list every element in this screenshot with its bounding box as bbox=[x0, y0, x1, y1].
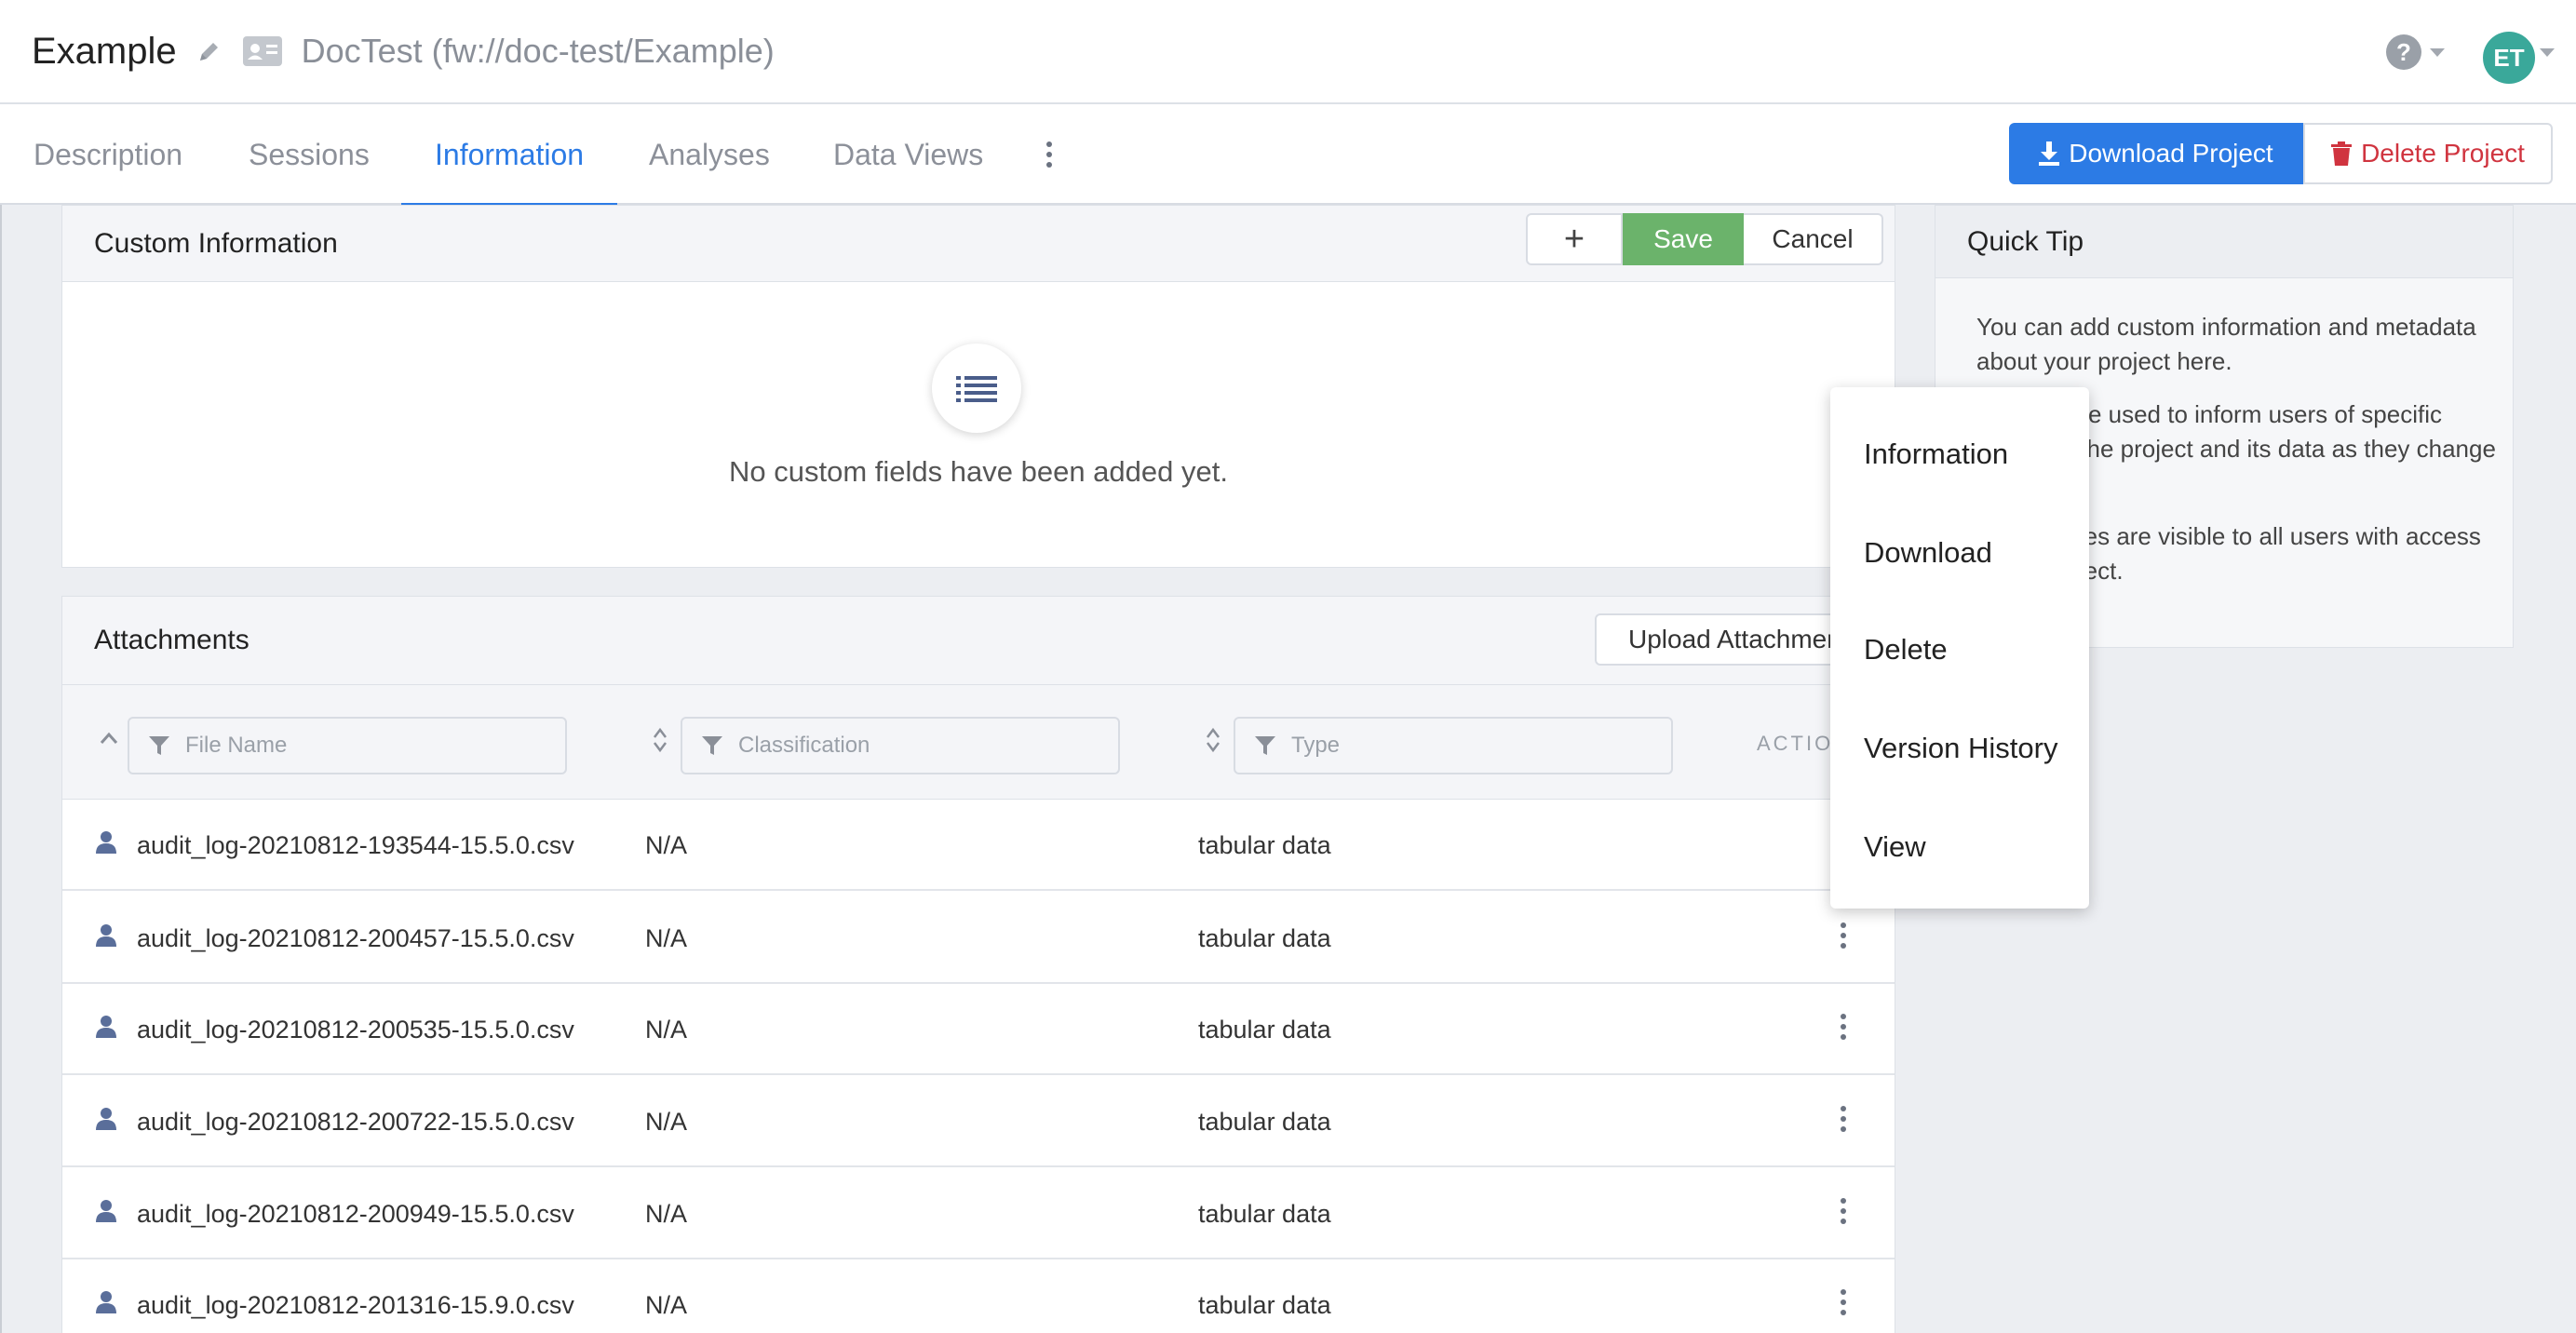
menu-item-version-history[interactable]: Version History bbox=[1864, 732, 2057, 765]
edit-pencil-icon[interactable] bbox=[197, 39, 222, 63]
sort-ascending-icon[interactable] bbox=[100, 732, 118, 749]
classification: N/A bbox=[645, 1200, 688, 1228]
page-left-edge bbox=[0, 205, 2, 1333]
quick-tip-header: Quick Tip bbox=[1935, 206, 2513, 278]
table-row[interactable]: audit_log-20210812-193544-15.5.0.csv N/A… bbox=[62, 800, 1895, 891]
project-path: DocTest (fw://doc-test/Example) bbox=[301, 32, 775, 70]
user-icon bbox=[96, 1016, 116, 1044]
type-filter[interactable]: Type bbox=[1234, 717, 1673, 774]
quick-tip-paragraph: You can add custom information and metad… bbox=[1976, 313, 2476, 375]
avatar[interactable]: ET bbox=[2483, 32, 2535, 84]
help-icon[interactable]: ? bbox=[2385, 34, 2422, 71]
quick-tip-title: Quick Tip bbox=[1967, 225, 2084, 257]
user-icon bbox=[96, 1291, 116, 1320]
classification: N/A bbox=[645, 831, 688, 859]
filter-icon bbox=[1255, 736, 1275, 755]
tabs-bar: Description Sessions Information Analyse… bbox=[0, 104, 2576, 207]
filter-icon bbox=[702, 736, 722, 755]
sort-icon[interactable] bbox=[653, 726, 668, 759]
custom-information-title: Custom Information bbox=[94, 227, 338, 259]
row-actions-icon[interactable] bbox=[1841, 1289, 1846, 1315]
user-icon bbox=[96, 1200, 116, 1229]
row-actions-icon[interactable] bbox=[1841, 1106, 1846, 1132]
filter-icon bbox=[149, 736, 169, 755]
tab-analyses[interactable]: Analyses bbox=[649, 104, 770, 205]
svg-text:?: ? bbox=[2396, 38, 2411, 66]
table-row[interactable]: audit_log-20210812-200722-15.5.0.csv N/A… bbox=[62, 1076, 1895, 1167]
cancel-button[interactable]: Cancel bbox=[1744, 213, 1883, 265]
row-actions-menu: Information Download Delete Version Hist… bbox=[1830, 387, 2089, 909]
empty-state-text: No custom fields have been added yet. bbox=[729, 455, 1228, 488]
file-name[interactable]: audit_log-20210812-193544-15.5.0.csv bbox=[137, 831, 574, 860]
classification: N/A bbox=[645, 1016, 688, 1044]
user-icon bbox=[96, 831, 116, 860]
menu-item-delete[interactable]: Delete bbox=[1864, 633, 1948, 666]
row-actions-icon[interactable] bbox=[1841, 1014, 1846, 1040]
classification-filter[interactable]: Classification bbox=[681, 717, 1120, 774]
tab-information[interactable]: Information bbox=[400, 104, 618, 207]
type-filter-placeholder: Type bbox=[1291, 733, 1341, 758]
user-chevron-down-icon[interactable] bbox=[2540, 48, 2555, 57]
menu-item-view[interactable]: View bbox=[1864, 830, 1926, 864]
custom-information-panel: Custom Information + Save Cancel No cust… bbox=[61, 205, 1895, 568]
custom-information-header: Custom Information + Save Cancel bbox=[62, 206, 1895, 282]
delete-project-button[interactable]: Delete Project bbox=[2303, 123, 2553, 184]
menu-item-download[interactable]: Download bbox=[1864, 536, 1992, 570]
tab-data-views[interactable]: Data Views bbox=[833, 104, 983, 205]
download-project-label: Download Project bbox=[2069, 139, 2273, 168]
download-icon bbox=[2039, 141, 2060, 166]
file-name-filter[interactable]: File Name bbox=[128, 717, 567, 774]
file-name[interactable]: audit_log-20210812-200535-15.5.0.csv bbox=[137, 1016, 574, 1044]
custom-information-actions: + Save Cancel bbox=[1526, 213, 1883, 265]
more-tabs-icon[interactable] bbox=[1046, 104, 1052, 205]
file-name[interactable]: audit_log-20210812-200722-15.5.0.csv bbox=[137, 1108, 574, 1137]
classification: N/A bbox=[645, 1291, 688, 1319]
table-row[interactable]: audit_log-20210812-200457-15.5.0.csv N/A… bbox=[62, 893, 1895, 984]
attachments-title: Attachments bbox=[94, 625, 250, 655]
filter-row: File Name Classification Type ACTIONS bbox=[62, 684, 1895, 800]
tab-description[interactable]: Description bbox=[34, 104, 182, 205]
delete-project-label: Delete Project bbox=[2361, 139, 2525, 168]
id-card-icon bbox=[242, 35, 283, 67]
user-icon bbox=[96, 1108, 116, 1137]
download-project-button[interactable]: Download Project bbox=[2009, 123, 2303, 184]
file-name[interactable]: audit_log-20210812-201316-15.9.0.csv bbox=[137, 1291, 574, 1320]
help-chevron-down-icon[interactable] bbox=[2430, 48, 2445, 57]
table-row[interactable]: audit_log-20210812-201316-15.9.0.csv N/A… bbox=[62, 1259, 1895, 1333]
save-button[interactable]: Save bbox=[1623, 213, 1744, 265]
sort-icon[interactable] bbox=[1206, 726, 1221, 759]
file-type: tabular data bbox=[1198, 924, 1331, 952]
file-type: tabular data bbox=[1198, 831, 1331, 859]
classification-filter-placeholder: Classification bbox=[738, 733, 870, 758]
classification: N/A bbox=[645, 1108, 688, 1136]
file-name[interactable]: audit_log-20210812-200949-15.5.0.csv bbox=[137, 1200, 574, 1229]
file-name-filter-placeholder: File Name bbox=[185, 733, 288, 758]
row-actions-icon[interactable] bbox=[1841, 1198, 1846, 1224]
classification: N/A bbox=[645, 924, 688, 952]
add-field-button[interactable]: + bbox=[1526, 213, 1623, 265]
trash-icon bbox=[2331, 141, 2353, 166]
file-type: tabular data bbox=[1198, 1291, 1331, 1319]
table-row[interactable]: audit_log-20210812-200949-15.5.0.csv N/A… bbox=[62, 1168, 1895, 1259]
row-actions-icon[interactable] bbox=[1841, 922, 1846, 949]
file-name[interactable]: audit_log-20210812-200457-15.5.0.csv bbox=[137, 924, 574, 953]
table-row[interactable]: audit_log-20210812-200535-15.5.0.csv N/A… bbox=[62, 984, 1895, 1075]
list-icon bbox=[932, 343, 1021, 433]
tab-sessions[interactable]: Sessions bbox=[249, 104, 370, 205]
top-bar: Example DocTest (fw://doc-test/Example) … bbox=[0, 0, 2576, 104]
project-title: Example bbox=[32, 30, 177, 72]
file-type: tabular data bbox=[1198, 1108, 1331, 1136]
file-type: tabular data bbox=[1198, 1200, 1331, 1228]
attachments-panel: Attachments Upload Attachment File Name … bbox=[61, 596, 1895, 1333]
file-type: tabular data bbox=[1198, 1016, 1331, 1044]
user-icon bbox=[96, 924, 116, 953]
menu-item-information[interactable]: Information bbox=[1864, 438, 2008, 471]
